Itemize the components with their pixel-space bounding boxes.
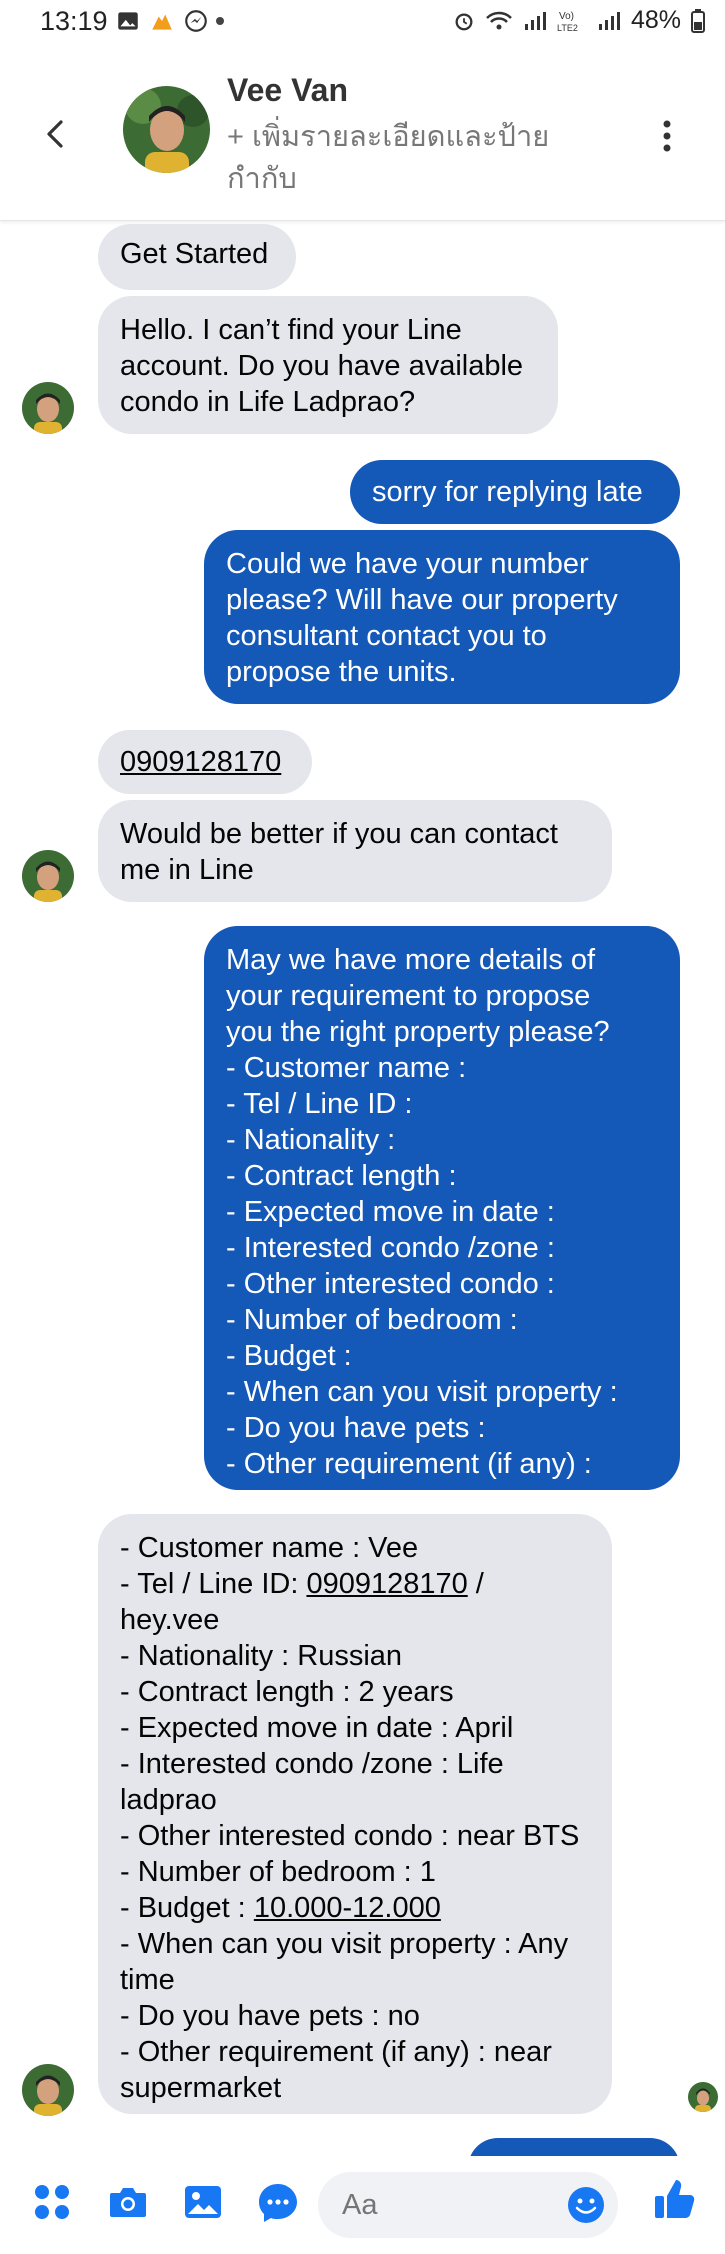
message-input[interactable] bbox=[340, 2188, 544, 2223]
camera-icon[interactable] bbox=[106, 2180, 150, 2224]
answer-line: - Tel / Line ID: bbox=[120, 1568, 307, 1600]
contact-avatar-small bbox=[22, 382, 74, 434]
seen-receipt-avatar bbox=[688, 2082, 718, 2112]
wifi-icon bbox=[486, 11, 512, 29]
requirements-form-message[interactable]: May we have more details of your require… bbox=[204, 926, 680, 1490]
back-arrow-icon[interactable] bbox=[36, 114, 76, 154]
status-time: 13:19 bbox=[40, 6, 108, 36]
message-incoming[interactable]: Would be better if you can contact me in… bbox=[98, 800, 612, 902]
signal-icon bbox=[524, 11, 546, 30]
message-incoming[interactable]: Get Started bbox=[98, 224, 296, 290]
status-bar: 13:19 Vo) LTE2 48% bbox=[0, 0, 725, 44]
messenger-notification-icon bbox=[185, 10, 207, 32]
menu-grid-icon[interactable] bbox=[30, 2180, 74, 2224]
signal-2-icon bbox=[598, 11, 620, 30]
app-notification-icon bbox=[152, 14, 172, 30]
gallery-icon[interactable] bbox=[181, 2180, 225, 2224]
message-composer[interactable] bbox=[318, 2172, 618, 2238]
like-thumb-icon[interactable] bbox=[652, 2176, 698, 2222]
status-right: Vo) LTE2 48% bbox=[453, 6, 705, 35]
answer-phone-link[interactable]: 0909128170 bbox=[306, 1568, 467, 1600]
answer-line: - Customer name : Vee bbox=[120, 1532, 419, 1564]
battery-percent: 48% bbox=[630, 6, 681, 34]
contact-name[interactable]: Vee Van bbox=[227, 72, 348, 109]
answer-line: - Budget : bbox=[120, 1892, 254, 1924]
answer-budget-link[interactable]: 10.000-12.000 bbox=[254, 1892, 441, 1924]
contact-avatar-small bbox=[22, 2064, 74, 2116]
phone-number-message[interactable]: 0909128170 bbox=[98, 730, 312, 794]
status-notification-icons bbox=[115, 8, 209, 34]
svg-text:LTE2: LTE2 bbox=[557, 23, 578, 33]
requirements-answer-message[interactable]: - Customer name : Vee - Tel / Line ID: 0… bbox=[98, 1514, 612, 2114]
add-details-link[interactable]: + เพิ่มรายละเอียดและป้ายกำกับ bbox=[227, 116, 587, 200]
message-outgoing[interactable]: sorry for replying late bbox=[350, 460, 680, 524]
message-outgoing[interactable]: Could we have your number please? Will h… bbox=[204, 530, 680, 704]
contact-avatar[interactable] bbox=[123, 86, 210, 173]
message-incoming[interactable]: Hello. I can’t find your Line account. D… bbox=[98, 296, 558, 434]
gallery-notification-icon bbox=[118, 12, 138, 30]
alarm-icon bbox=[455, 12, 473, 30]
volte-icon: Vo)LTE2 bbox=[557, 11, 578, 33]
chat-bubble-icon[interactable] bbox=[256, 2180, 300, 2224]
composer-bar bbox=[0, 2156, 725, 2254]
svg-text:Vo): Vo) bbox=[559, 11, 574, 22]
answer-line: - When can you visit property : Any time… bbox=[120, 1928, 569, 2104]
conversation-header: Vee Van + เพิ่มรายละเอียดและป้ายกำกับ bbox=[0, 44, 725, 221]
more-notifications-dot bbox=[216, 17, 224, 25]
emoji-icon[interactable] bbox=[566, 2185, 606, 2225]
contact-avatar-small bbox=[22, 850, 74, 902]
battery-icon bbox=[691, 8, 705, 33]
answer-line: - Nationality : Russian - Contract lengt… bbox=[120, 1640, 580, 1888]
more-options-icon[interactable] bbox=[652, 116, 682, 156]
